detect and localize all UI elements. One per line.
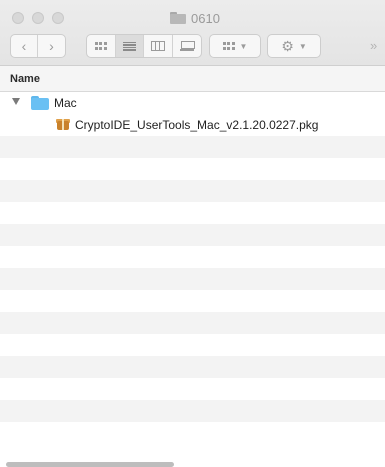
back-forward-control: ‹ › — [10, 34, 66, 58]
window-title-text: 0610 — [191, 10, 220, 26]
window-title: 0610 — [170, 8, 220, 28]
icon-grid-icon — [94, 41, 107, 51]
group-menu-button[interactable]: ▼ — [209, 34, 261, 58]
chevron-down-icon: ▼ — [298, 41, 307, 51]
disclosure-triangle-icon[interactable] — [12, 98, 20, 105]
empty-row — [0, 136, 385, 158]
chevron-right-icon: › — [49, 38, 54, 54]
empty-row — [0, 158, 385, 180]
forward-button[interactable]: › — [38, 35, 65, 57]
empty-row — [0, 180, 385, 202]
group-grid-icon — [222, 41, 235, 51]
column-header: Name — [0, 66, 385, 92]
finder-window: 0610 ‹ › ▼ ⚙ ▼ » Name Mac CryptoIDE_User… — [0, 0, 385, 467]
columns-icon — [150, 41, 165, 51]
zoom-window-button[interactable] — [52, 12, 64, 24]
empty-row — [0, 400, 385, 422]
empty-row — [0, 334, 385, 356]
back-button[interactable]: ‹ — [11, 35, 39, 57]
icon-view-button[interactable] — [87, 35, 116, 57]
package-icon — [56, 117, 70, 131]
list-item-mac-folder[interactable]: Mac — [0, 92, 385, 114]
title-bar: 0610 ‹ › ▼ ⚙ ▼ » — [0, 0, 385, 66]
folder-icon — [31, 96, 49, 110]
empty-row — [0, 312, 385, 334]
column-view-button[interactable] — [144, 35, 173, 57]
empty-row — [0, 290, 385, 312]
list-item-pkg-file[interactable]: CryptoIDE_UserTools_Mac_v2.1.20.0227.pkg — [0, 114, 385, 136]
gear-icon: ⚙ — [281, 37, 294, 54]
view-mode-control — [86, 34, 202, 58]
gallery-icon — [179, 41, 195, 51]
file-list: Mac CryptoIDE_UserTools_Mac_v2.1.20.0227… — [0, 92, 385, 444]
empty-row — [0, 202, 385, 224]
action-menu-button[interactable]: ⚙ ▼ — [267, 34, 321, 58]
empty-row — [0, 224, 385, 246]
folder-icon — [170, 12, 186, 24]
file-name: CryptoIDE_UserTools_Mac_v2.1.20.0227.pkg — [75, 118, 319, 132]
horizontal-scrollbar[interactable] — [6, 462, 174, 467]
name-column-header[interactable]: Name — [10, 73, 40, 85]
list-view-button[interactable] — [115, 35, 144, 57]
close-window-button[interactable] — [12, 12, 24, 24]
empty-row — [0, 246, 385, 268]
file-name: Mac — [54, 96, 77, 110]
gallery-view-button[interactable] — [173, 35, 201, 57]
minimize-window-button[interactable] — [32, 12, 44, 24]
chevron-left-icon: ‹ — [21, 38, 27, 54]
empty-row — [0, 378, 385, 400]
toolbar-overflow-button[interactable]: » — [370, 38, 377, 53]
list-icon — [122, 41, 136, 51]
empty-row — [0, 356, 385, 378]
chevron-down-icon: ▼ — [239, 41, 248, 51]
empty-row — [0, 422, 385, 444]
empty-row — [0, 268, 385, 290]
